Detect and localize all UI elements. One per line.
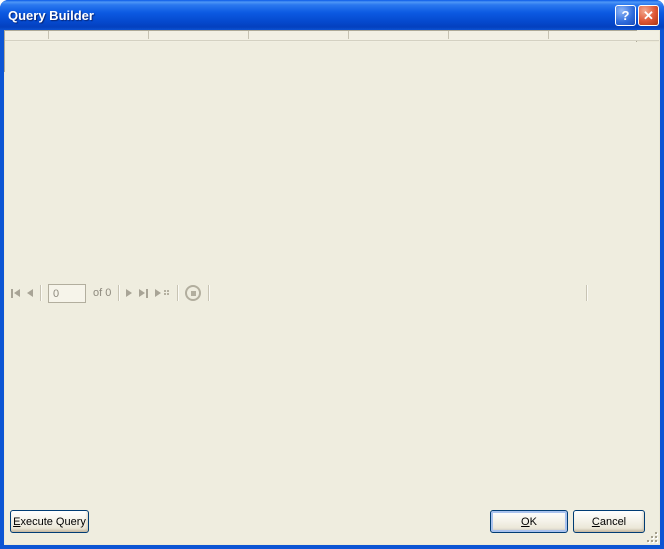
titlebar[interactable]: Query Builder ? ✕ bbox=[0, 0, 664, 30]
window-title: Query Builder bbox=[8, 8, 613, 23]
close-icon: ✕ bbox=[643, 9, 654, 22]
separator bbox=[208, 285, 209, 301]
results-pane: of 0 bbox=[4, 30, 637, 72]
separator bbox=[177, 285, 178, 301]
next-record-button[interactable] bbox=[126, 289, 132, 297]
stop-icon[interactable] bbox=[185, 285, 201, 301]
close-button[interactable]: ✕ bbox=[638, 5, 659, 26]
query-builder-dialog: Query Builder ? ✕ Products * (All Column… bbox=[0, 0, 664, 549]
record-navigator: of 0 bbox=[5, 42, 659, 544]
new-record-button[interactable] bbox=[155, 289, 170, 297]
cancel-button[interactable]: Cancel bbox=[573, 510, 645, 533]
resize-grip[interactable] bbox=[644, 529, 658, 543]
last-record-button[interactable] bbox=[139, 289, 148, 298]
record-count-label: of 0 bbox=[93, 287, 111, 299]
previous-record-button[interactable] bbox=[27, 289, 33, 297]
help-icon: ? bbox=[622, 9, 630, 22]
separator bbox=[586, 285, 587, 301]
dialog-client-area: Products * (All Columns) ProductID bbox=[4, 30, 660, 545]
first-record-button[interactable] bbox=[11, 289, 20, 298]
separator bbox=[118, 285, 119, 301]
results-header-strip bbox=[5, 31, 659, 41]
execute-query-button[interactable]: Execute Query bbox=[10, 510, 89, 533]
help-button[interactable]: ? bbox=[615, 5, 636, 26]
ok-button[interactable]: OK bbox=[490, 510, 568, 533]
record-position-input[interactable] bbox=[48, 284, 86, 303]
separator bbox=[40, 285, 41, 301]
